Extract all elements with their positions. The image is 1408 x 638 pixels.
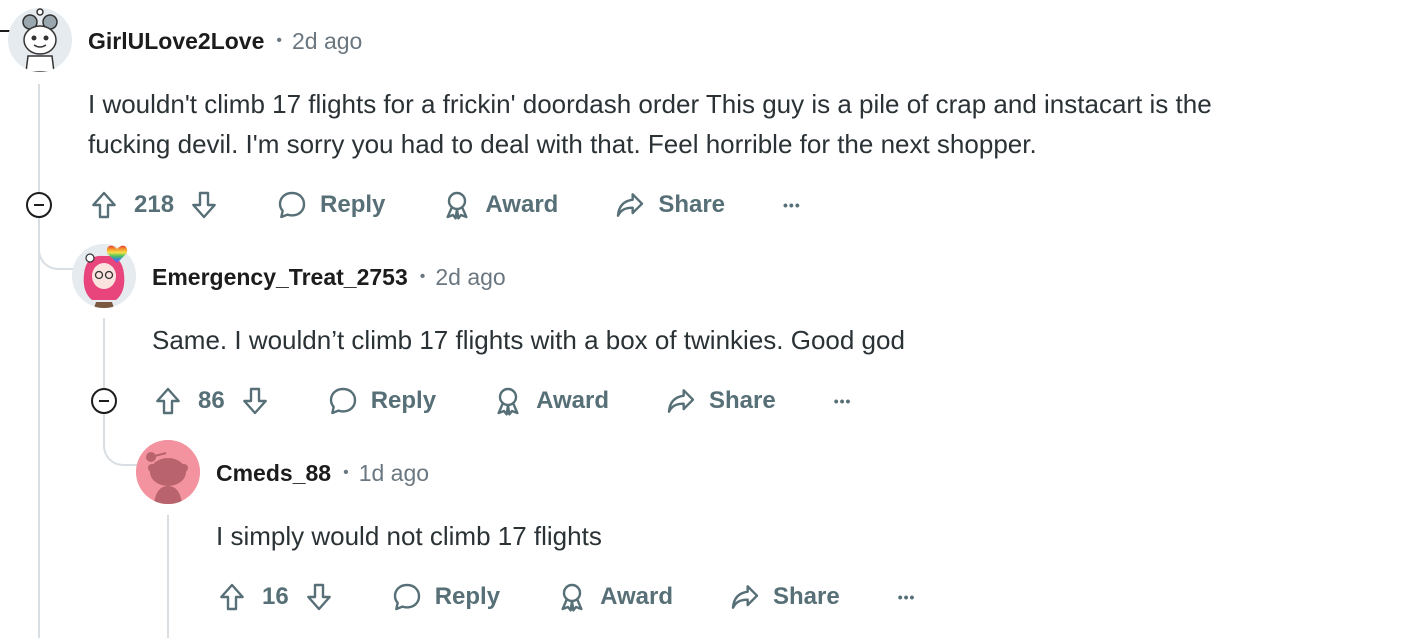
downvote-icon bbox=[306, 583, 331, 611]
thread-line-1 bbox=[38, 84, 40, 194]
comment-actions: 16 Reply Award Share ••• bbox=[216, 577, 915, 617]
reply-button[interactable]: Reply bbox=[391, 581, 500, 613]
award-icon bbox=[561, 583, 583, 612]
share-label: Share bbox=[708, 387, 776, 414]
snoo-avatar-icon bbox=[136, 440, 200, 504]
upvote-button[interactable] bbox=[216, 581, 248, 613]
upvote-button[interactable] bbox=[88, 189, 120, 221]
award-label: Award bbox=[485, 191, 559, 218]
upvote-icon bbox=[156, 387, 180, 415]
downvote-button[interactable] bbox=[303, 581, 335, 613]
more-options-icon: ••• bbox=[833, 393, 852, 409]
award-label: Award bbox=[536, 387, 609, 414]
collapse-thread-button[interactable] bbox=[91, 388, 117, 414]
username[interactable]: Cmeds_88 bbox=[216, 460, 331, 487]
comment-body: Same. I wouldn’t climb 17 flights with a… bbox=[152, 320, 1392, 360]
comment-body: I wouldn't climb 17 flights for a fricki… bbox=[88, 84, 1388, 164]
share-icon bbox=[667, 389, 695, 413]
thread-line-3 bbox=[167, 515, 169, 638]
more-options-button[interactable]: ••• bbox=[834, 393, 852, 409]
reply-label: Reply bbox=[434, 583, 501, 610]
avatar[interactable] bbox=[8, 8, 72, 72]
more-options-icon: ••• bbox=[783, 197, 801, 213]
downvote-button[interactable] bbox=[188, 189, 220, 221]
username[interactable]: GirlULove2Love bbox=[88, 28, 264, 55]
timestamp[interactable]: 1d ago bbox=[359, 460, 429, 487]
speech-bubble-icon bbox=[329, 387, 356, 415]
thread-line-2 bbox=[103, 318, 105, 388]
avatar[interactable] bbox=[136, 440, 200, 504]
share-label: Share bbox=[658, 191, 726, 218]
reply-label: Reply bbox=[370, 387, 437, 414]
reply-connector-1 bbox=[38, 218, 76, 270]
award-icon bbox=[497, 387, 519, 416]
downvote-button[interactable] bbox=[239, 385, 271, 417]
speech-bubble-icon bbox=[393, 583, 420, 611]
share-label: Share bbox=[772, 583, 840, 610]
comment-body-line: Same. I wouldn’t climb 17 flights with a… bbox=[152, 325, 905, 355]
downvote-icon bbox=[192, 191, 216, 219]
vote-count: 16 bbox=[262, 583, 289, 610]
timestamp[interactable]: 2d ago bbox=[292, 28, 362, 55]
more-options-icon: ••• bbox=[897, 589, 916, 605]
separator-dot: • bbox=[276, 32, 282, 49]
share-icon bbox=[617, 193, 644, 217]
reply-button[interactable]: Reply bbox=[276, 189, 385, 221]
upvote-button[interactable] bbox=[152, 385, 184, 417]
comment-meta: GirlULove2Love • 2d ago bbox=[88, 26, 362, 56]
comment-meta: Emergency_Treat_2753 • 2d ago bbox=[152, 262, 506, 292]
award-button[interactable]: Award bbox=[492, 385, 609, 417]
comment-meta: Cmeds_88 • 1d ago bbox=[216, 458, 429, 488]
thread-line-1b bbox=[38, 218, 40, 638]
separator-dot: • bbox=[343, 464, 349, 481]
pride-heart-icon bbox=[106, 244, 128, 264]
collapse-thread-button[interactable] bbox=[26, 192, 52, 218]
reply-connector-2 bbox=[103, 414, 141, 466]
comment-body: I simply would not climb 17 flights bbox=[216, 516, 1396, 556]
comment-actions: 218 Reply Award Share ••• bbox=[88, 185, 801, 225]
comment-body-line: fucking devil. I'm sorry you had to deal… bbox=[88, 129, 1037, 159]
award-label: Award bbox=[600, 583, 673, 610]
vote-count: 218 bbox=[134, 191, 175, 218]
speech-bubble-icon bbox=[278, 191, 306, 219]
share-button[interactable]: Share bbox=[729, 581, 840, 613]
share-icon bbox=[731, 585, 759, 609]
more-options-button[interactable]: ••• bbox=[783, 197, 801, 213]
timestamp[interactable]: 2d ago bbox=[435, 264, 505, 291]
snoo-avatar-icon bbox=[8, 8, 72, 72]
upvote-icon bbox=[92, 191, 116, 219]
award-button[interactable]: Award bbox=[556, 581, 673, 613]
separator-dot: • bbox=[419, 268, 426, 285]
comment-body-line: I simply would not climb 17 flights bbox=[216, 521, 602, 551]
award-icon bbox=[446, 191, 468, 220]
share-button[interactable]: Share bbox=[665, 385, 776, 417]
downvote-icon bbox=[242, 387, 267, 415]
username[interactable]: Emergency_Treat_2753 bbox=[152, 264, 408, 291]
upvote-icon bbox=[220, 583, 244, 611]
more-options-button[interactable]: ••• bbox=[898, 589, 916, 605]
reply-button[interactable]: Reply bbox=[327, 385, 436, 417]
share-button[interactable]: Share bbox=[614, 189, 725, 221]
comment-actions: 86 Reply Award Share ••• bbox=[152, 381, 851, 421]
comment-body-line: I wouldn't climb 17 flights for a fricki… bbox=[88, 89, 1212, 119]
reply-label: Reply bbox=[320, 191, 386, 218]
award-button[interactable]: Award bbox=[441, 189, 558, 221]
vote-count: 86 bbox=[198, 387, 225, 414]
